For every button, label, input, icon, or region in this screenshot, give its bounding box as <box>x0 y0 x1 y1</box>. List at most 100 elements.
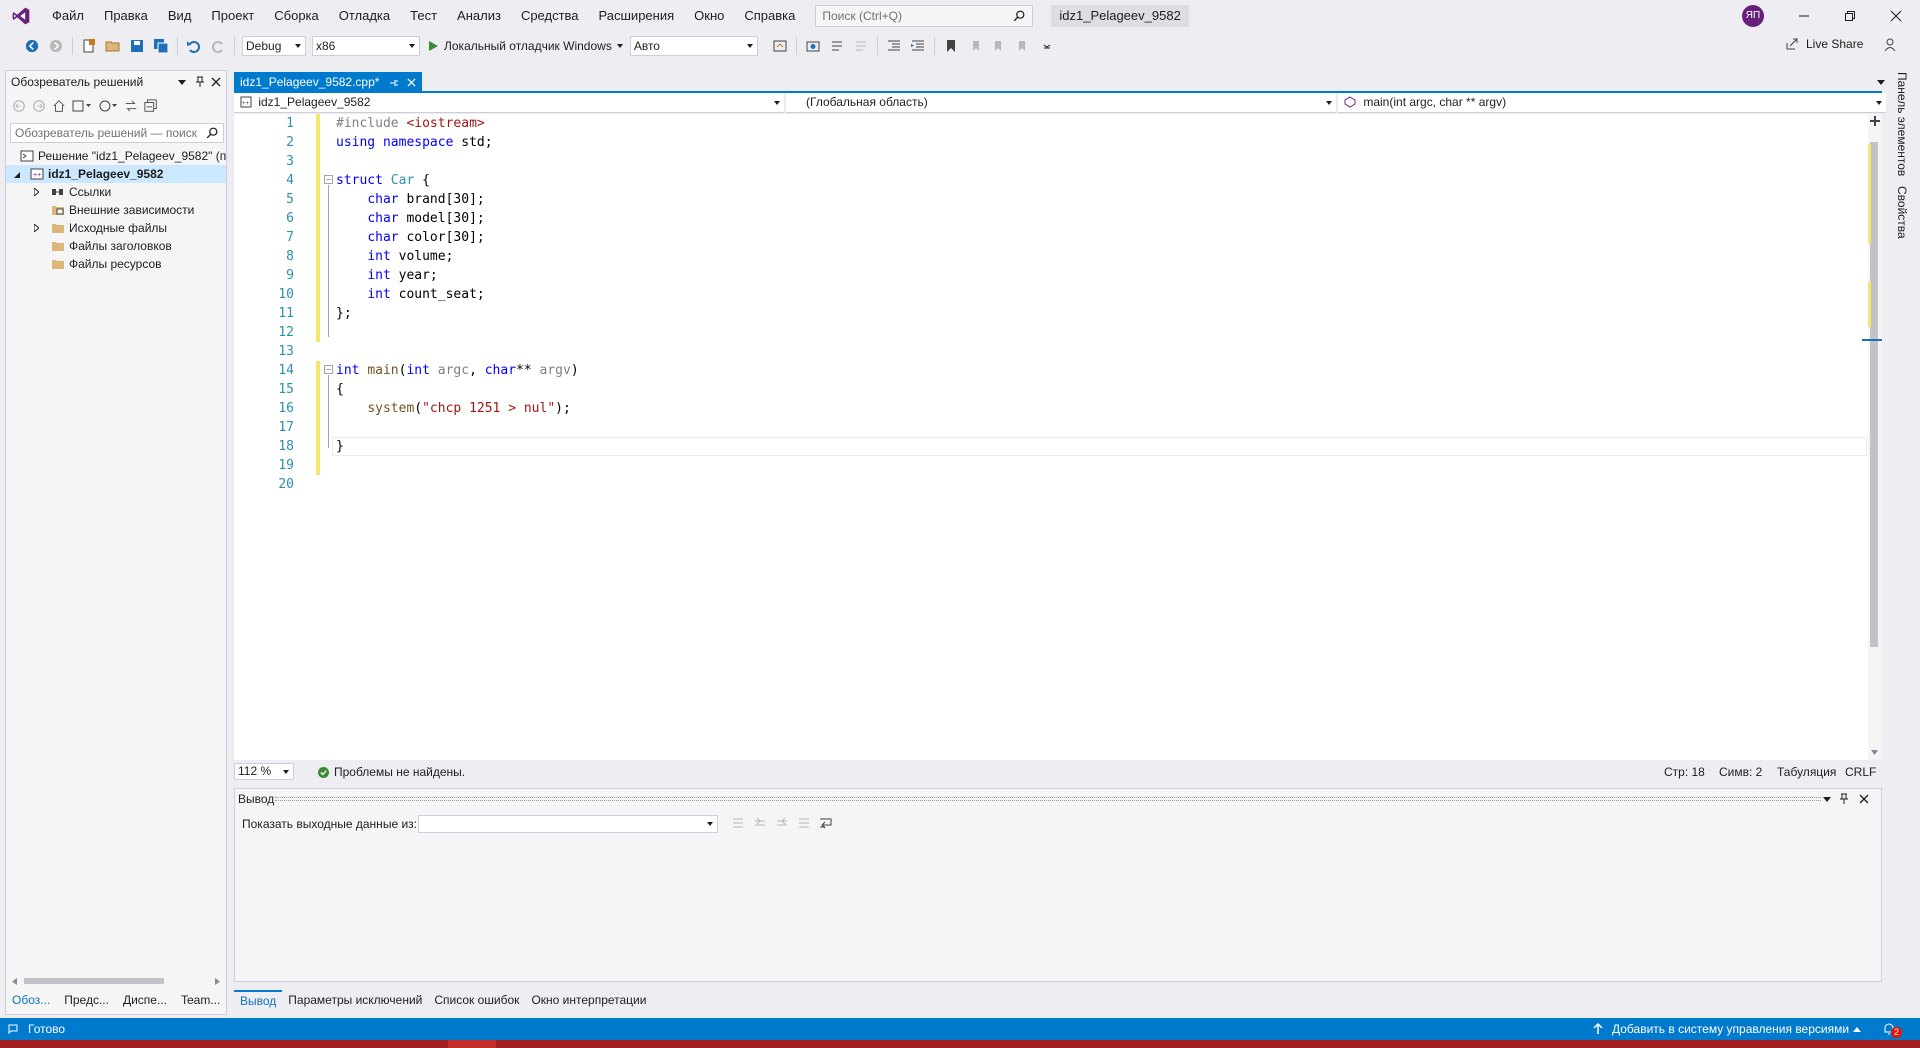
menu-extensions[interactable]: Расширения <box>589 0 685 31</box>
menu-analyze[interactable]: Анализ <box>447 0 511 31</box>
chevron-up-icon[interactable] <box>1853 1027 1861 1032</box>
menu-build[interactable]: Сборка <box>264 0 329 31</box>
navigate-forward-button[interactable] <box>45 35 67 57</box>
scrollbar-thumb[interactable] <box>24 978 164 984</box>
menu-window[interactable]: Окно <box>684 0 734 31</box>
chevron-down-icon[interactable] <box>178 80 186 85</box>
tab-immediate-window[interactable]: Окно интерпретации <box>525 990 652 1010</box>
clear-bookmarks-button[interactable] <box>1012 35 1034 57</box>
start-debugging-button[interactable]: Локальный отладчик Windows <box>423 35 627 57</box>
taskbar-active-app[interactable] <box>448 1040 496 1048</box>
solution-configuration-dropdown[interactable]: Debug <box>242 36 306 56</box>
back-arrow-icon[interactable] <box>12 99 26 113</box>
tree-item-header-files[interactable]: Файлы заголовков <box>6 237 226 255</box>
switch-views-icon[interactable] <box>72 99 92 113</box>
toggle-bookmark-button[interactable] <box>940 35 962 57</box>
scope-nav-dropdown[interactable]: (Глобальная область) <box>786 93 1336 113</box>
comment-button[interactable] <box>826 35 848 57</box>
zoom-dropdown[interactable]: 112 % <box>234 763 294 780</box>
minimize-button[interactable] <box>1781 0 1827 31</box>
tree-project-node[interactable]: ++ idz1_Pelageev_9582 <box>6 165 226 183</box>
tab-output[interactable]: Вывод <box>234 990 283 1010</box>
previous-message-icon[interactable] <box>753 816 767 830</box>
restore-button[interactable] <box>1827 0 1873 31</box>
indent-mode[interactable]: Табуляция <box>1777 762 1836 782</box>
tab-property-manager[interactable]: Диспе... <box>116 990 174 1010</box>
toggle-word-wrap-icon[interactable] <box>819 816 833 830</box>
menu-tools[interactable]: Средства <box>511 0 589 31</box>
sync-icon[interactable] <box>124 99 138 113</box>
menu-edit[interactable]: Правка <box>94 0 158 31</box>
tree-item-source-files[interactable]: Исходные файлы <box>6 219 226 237</box>
scrollbar-thumb[interactable] <box>1870 142 1878 647</box>
code-editor[interactable]: − − 1 #include <iostream> 2 using namespac… <box>234 114 1882 760</box>
menu-project[interactable]: Проект <box>201 0 264 31</box>
tree-item-external-deps[interactable]: Внешние зависимости <box>6 201 226 219</box>
menu-test[interactable]: Тест <box>400 0 447 31</box>
save-button[interactable] <box>126 35 148 57</box>
menu-help[interactable]: Справка <box>734 0 805 31</box>
menu-debug[interactable]: Отладка <box>329 0 400 31</box>
pin-icon[interactable] <box>1839 793 1849 805</box>
next-bookmark-button[interactable] <box>988 35 1010 57</box>
save-all-button[interactable] <box>150 35 172 57</box>
toolbox-tab[interactable]: Панель элементов <box>1895 72 1909 176</box>
user-avatar[interactable]: ЯП <box>1742 5 1764 27</box>
solution-platform-dropdown[interactable]: x86 <box>312 36 420 56</box>
tab-error-list[interactable]: Список ошибок <box>428 990 525 1010</box>
tree-item-resource-files[interactable]: Файлы ресурсов <box>6 255 226 273</box>
menu-view[interactable]: Вид <box>158 0 202 31</box>
close-window-button[interactable] <box>1873 0 1919 31</box>
tab-solution-explorer[interactable]: Обоз... <box>5 990 57 1010</box>
find-message-icon[interactable] <box>731 816 745 830</box>
pending-changes-filter-icon[interactable] <box>98 99 118 113</box>
tab-team-explorer[interactable]: Team... <box>174 990 227 1010</box>
properties-tab[interactable]: Свойства <box>1895 186 1909 239</box>
document-tab[interactable]: idz1_Pelageev_9582.cpp* <box>234 72 423 93</box>
debug-target-dropdown[interactable]: Авто <box>629 36 758 56</box>
tree-item-references[interactable]: Ссылки <box>6 183 226 201</box>
project-nav-dropdown[interactable]: ++ idz1_Pelageev_9582 <box>234 93 784 113</box>
collapse-all-icon[interactable] <box>144 99 158 113</box>
previous-bookmark-button[interactable] <box>964 35 986 57</box>
home-icon[interactable] <box>52 99 66 113</box>
split-window-icon[interactable] <box>1870 116 1880 126</box>
quick-search-input[interactable]: Поиск (Ctrl+Q) <box>815 4 1034 27</box>
collapse-function-icon[interactable]: − <box>324 365 333 374</box>
redo-button[interactable] <box>207 35 229 57</box>
tree-solution-node[interactable]: Решение "idz1_Pelageev_9582" (пр <box>6 147 226 165</box>
tab-overflow-icon[interactable] <box>1877 80 1885 85</box>
browser-link-button[interactable] <box>769 35 791 57</box>
pin-icon[interactable] <box>195 76 205 88</box>
forward-arrow-icon[interactable] <box>32 99 46 113</box>
clear-all-icon[interactable] <box>797 816 811 830</box>
horizontal-scrollbar[interactable] <box>12 977 220 985</box>
output-source-dropdown[interactable] <box>418 815 718 833</box>
problems-status[interactable]: Проблемы не найдены. <box>334 762 465 782</box>
member-nav-dropdown[interactable]: main(int argc, char ** argv) <box>1338 93 1886 113</box>
close-icon[interactable] <box>211 77 221 87</box>
tab-class-view[interactable]: Предс... <box>57 990 116 1010</box>
menu-file[interactable]: Файл <box>42 0 94 31</box>
close-icon[interactable] <box>1859 794 1869 804</box>
chevron-down-icon[interactable] <box>1823 797 1831 802</box>
screenshot-button[interactable] <box>802 35 824 57</box>
new-project-button[interactable] <box>78 35 100 57</box>
close-icon[interactable] <box>407 78 416 87</box>
add-to-source-control[interactable]: Добавить в систему управления версиями <box>1612 1018 1849 1040</box>
scroll-down-icon[interactable] <box>1871 750 1878 755</box>
open-file-button[interactable] <box>102 35 124 57</box>
search-icon[interactable] <box>205 126 219 140</box>
feedback-button[interactable] <box>1882 37 1898 56</box>
navigate-back-button[interactable] <box>21 35 43 57</box>
toolbar-overflow-button[interactable] <box>1036 35 1058 57</box>
live-share-button[interactable]: Live Share <box>1784 36 1863 52</box>
vertical-scrollbar[interactable] <box>1862 114 1882 760</box>
next-message-icon[interactable] <box>775 816 789 830</box>
increase-indent-button[interactable] <box>907 35 929 57</box>
tab-exception-settings[interactable]: Параметры исключений <box>282 990 428 1010</box>
pin-icon[interactable] <box>389 78 399 88</box>
solution-explorer-search-input[interactable]: Обозреватель решений — поиск <box>10 123 224 143</box>
decrease-indent-button[interactable] <box>883 35 905 57</box>
uncomment-button[interactable] <box>850 35 872 57</box>
